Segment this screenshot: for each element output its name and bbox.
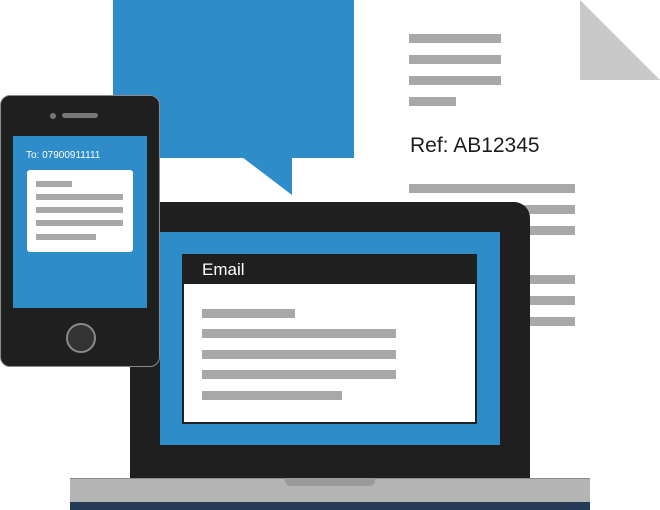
laptop-base-edge bbox=[70, 502, 590, 510]
phone-recipient: To: 07900911111 bbox=[26, 150, 101, 161]
laptop-opening-notch bbox=[285, 478, 375, 486]
phone-message-line bbox=[36, 234, 96, 240]
speech-bubble-tail bbox=[242, 157, 292, 195]
document-page-fold bbox=[580, 0, 660, 80]
document-text-line bbox=[409, 55, 501, 64]
phone-home-button bbox=[66, 323, 96, 353]
email-window-title: Email bbox=[202, 260, 245, 279]
email-text-line bbox=[202, 391, 342, 400]
email-text-line bbox=[202, 350, 396, 359]
phone-message-line bbox=[36, 181, 72, 187]
phone-message-line bbox=[36, 194, 123, 200]
phone-message-line bbox=[36, 220, 123, 226]
email-text-line bbox=[202, 329, 396, 338]
phone-speaker bbox=[62, 113, 98, 118]
document-text-line bbox=[409, 34, 501, 43]
email-text-line bbox=[202, 370, 396, 379]
document-reference: Ref: AB12345 bbox=[410, 134, 540, 157]
document-text-line bbox=[409, 76, 501, 85]
document-text-line bbox=[409, 184, 575, 193]
email-text-line bbox=[202, 309, 295, 318]
document-text-line bbox=[409, 97, 456, 106]
phone-message-line bbox=[36, 207, 123, 213]
phone-camera bbox=[50, 113, 56, 119]
